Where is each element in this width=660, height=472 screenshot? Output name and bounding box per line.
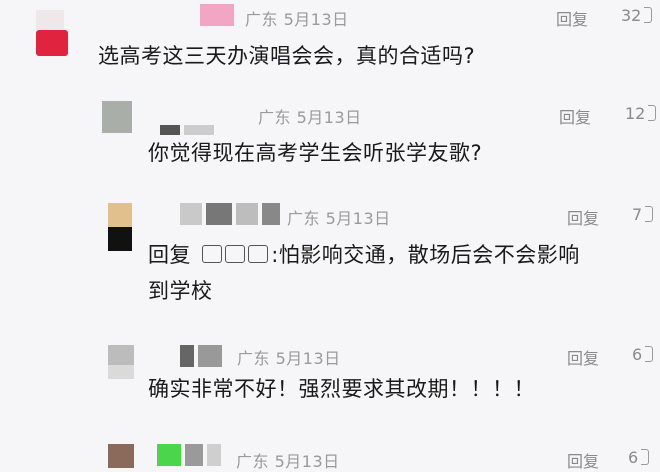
comment-feed: 广东 5月13日 回复 32 选高考这三天办演唱会会，真的合适吗? 广东 5月1… bbox=[0, 0, 660, 471]
reply-button[interactable]: 回复 bbox=[567, 448, 599, 472]
date-text: 5月13日 bbox=[283, 10, 349, 29]
like-count: 7 bbox=[632, 205, 643, 224]
mentioned-user-redacted[interactable] bbox=[202, 243, 271, 267]
avatar-overlay bbox=[108, 365, 134, 379]
thumb-up-icon bbox=[641, 449, 650, 465]
comment-text: 确实非常不好！强烈要求其改期！！！！ bbox=[148, 377, 535, 401]
thumb-up-icon bbox=[645, 346, 654, 362]
like-count: 12 bbox=[625, 104, 646, 123]
comment-item: 广东 5月13日 回复 12 你觉得现在高考学生会听张学友歌? bbox=[0, 95, 660, 195]
reply-button[interactable]: 回复 bbox=[567, 205, 599, 229]
date-text: 5月13日 bbox=[275, 349, 341, 368]
username-redacted[interactable] bbox=[180, 345, 222, 367]
like-button[interactable]: 12 bbox=[625, 104, 657, 123]
date-text: 5月13日 bbox=[325, 209, 391, 228]
comment-text: 回复 :怕影响交通，散场后会不会影响 到学校 bbox=[148, 237, 653, 309]
username-redacted[interactable] bbox=[180, 203, 280, 225]
like-button[interactable]: 6 bbox=[632, 345, 654, 364]
reply-text-line2: 到学校 bbox=[148, 279, 213, 303]
comment-item: 广东 5月13日 回复 7 回复 :怕影响交通，散场后会不会影响 到学校 bbox=[0, 195, 660, 325]
thumb-up-icon bbox=[645, 206, 654, 222]
avatar[interactable] bbox=[36, 10, 64, 30]
reply-button[interactable]: 回复 bbox=[556, 6, 588, 30]
like-count: 6 bbox=[628, 448, 639, 467]
thumb-up-icon bbox=[648, 105, 657, 121]
comment-meta: 广东 5月13日 bbox=[287, 205, 391, 229]
comment-text: 你觉得现在高考学生会听张学友歌? bbox=[148, 141, 483, 165]
username-redacted[interactable] bbox=[157, 444, 221, 466]
comment-item: 广东 5月13日 回复 32 选高考这三天办演唱会会，真的合适吗? bbox=[0, 0, 660, 95]
comment-meta: 广东 5月13日 bbox=[236, 448, 340, 472]
date-text: 5月13日 bbox=[296, 108, 362, 127]
location-text: 广东 bbox=[258, 108, 292, 127]
reply-prefix: 回复 bbox=[148, 243, 191, 267]
comment-text: 选高考这三天办演唱会会，真的合适吗? bbox=[98, 44, 476, 68]
location-text: 广东 bbox=[245, 10, 279, 29]
comment-item: 广东 5月13日 回复 6 确实非常不好！强烈要求其改期！！！！ bbox=[0, 335, 660, 430]
comment-meta: 广东 5月13日 bbox=[245, 6, 349, 30]
avatar-overlay bbox=[36, 30, 68, 56]
location-text: 广东 bbox=[287, 209, 321, 228]
avatar[interactable] bbox=[108, 203, 132, 227]
location-text: 广东 bbox=[236, 452, 270, 471]
avatar[interactable] bbox=[102, 101, 132, 133]
thumb-up-icon bbox=[644, 7, 653, 23]
avatar-overlay bbox=[108, 227, 132, 251]
like-button[interactable]: 32 bbox=[621, 6, 653, 25]
username-redacted[interactable] bbox=[200, 4, 234, 26]
reply-text: :怕影响交通，散场后会不会影响 bbox=[271, 243, 580, 267]
comment-item: 广东 5月13日 回复 6 bbox=[0, 436, 660, 471]
reply-button[interactable]: 回复 bbox=[567, 345, 599, 369]
like-button[interactable]: 7 bbox=[632, 205, 654, 224]
reply-button[interactable]: 回复 bbox=[559, 104, 591, 128]
comment-meta: 广东 5月13日 bbox=[237, 345, 341, 369]
username-redacted[interactable] bbox=[160, 125, 214, 135]
like-count: 6 bbox=[632, 345, 643, 364]
avatar[interactable] bbox=[108, 444, 134, 468]
date-text: 5月13日 bbox=[274, 452, 340, 471]
like-count: 32 bbox=[621, 6, 642, 25]
location-text: 广东 bbox=[237, 349, 271, 368]
avatar[interactable] bbox=[108, 345, 134, 367]
comment-meta: 广东 5月13日 bbox=[258, 104, 362, 128]
like-button[interactable]: 6 bbox=[628, 448, 650, 467]
